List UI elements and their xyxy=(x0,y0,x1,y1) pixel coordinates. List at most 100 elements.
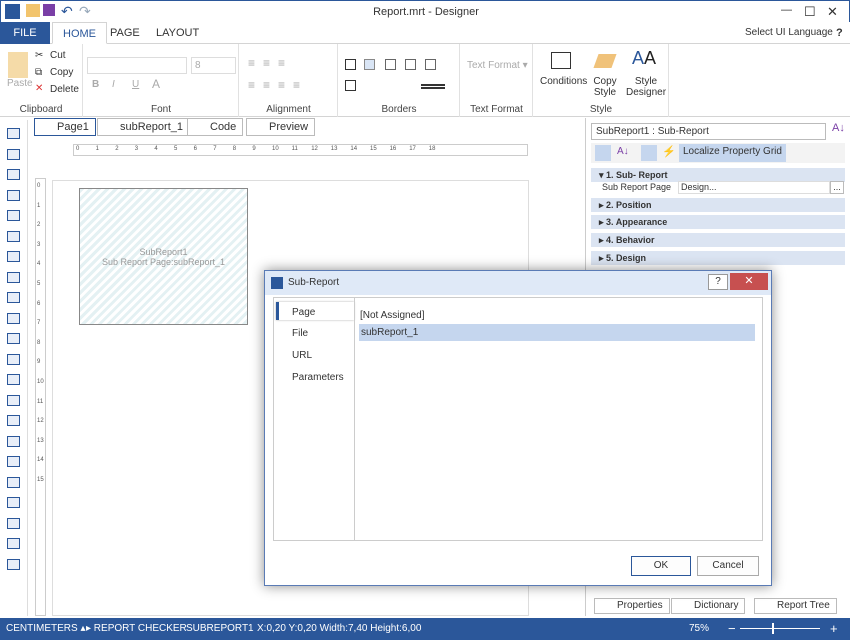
list-item-subreport[interactable]: subReport_1 xyxy=(359,324,755,341)
zoom-in-button[interactable]: + xyxy=(830,618,838,640)
tab-layout[interactable]: LAYOUT xyxy=(146,22,209,44)
category-sub-report[interactable]: ▾ 1. Sub- Report xyxy=(591,168,845,182)
category-behavior[interactable]: ▸ 4. Behavior xyxy=(591,233,845,247)
property-browse-button[interactable]: ... xyxy=(830,181,844,194)
vruler-tick: 8 xyxy=(37,339,41,346)
text-format-dropdown[interactable]: Text Format ▾ xyxy=(467,60,528,71)
events-icon[interactable]: ⚡ xyxy=(662,145,676,158)
toolbox-item-icon[interactable] xyxy=(7,251,20,262)
property-value[interactable]: Design... xyxy=(678,181,830,194)
toolbox-item-icon[interactable] xyxy=(7,456,20,467)
zoom-out-button[interactable]: − xyxy=(728,618,736,640)
nav-url[interactable]: URL xyxy=(292,350,312,361)
doc-tab-code[interactable]: Code xyxy=(187,118,244,136)
copy-style-button[interactable]: Copy Style xyxy=(593,76,617,98)
sort-az-icon[interactable]: A↓ xyxy=(832,122,845,134)
font-size-combo[interactable]: 8 xyxy=(191,57,236,74)
categorized-icon[interactable] xyxy=(595,145,611,161)
zoom-slider[interactable] xyxy=(740,628,820,629)
help-button[interactable]: ? xyxy=(826,22,850,44)
tab-page[interactable]: PAGE xyxy=(100,22,150,44)
dialog-help-button[interactable]: ? xyxy=(708,274,728,290)
border-none-icon[interactable] xyxy=(364,59,375,70)
selected-component: SUBREPORT1 xyxy=(186,623,254,634)
border-style-icon[interactable] xyxy=(421,84,445,89)
underline-button[interactable]: U xyxy=(132,79,139,90)
doc-tab-subreport[interactable]: subReport_1 xyxy=(97,118,190,136)
border-right-icon[interactable] xyxy=(425,59,436,70)
ruler-tick: 15 xyxy=(370,146,377,152)
cut-button[interactable]: Cut xyxy=(50,50,66,61)
toolbox-item-icon[interactable] xyxy=(7,435,20,447)
toolbox-item-icon[interactable] xyxy=(7,128,20,139)
report-checker-button[interactable]: ▸ REPORT CHECKER xyxy=(86,618,187,640)
nav-parameters[interactable]: Parameters xyxy=(292,372,344,383)
tab-dictionary[interactable]: Dictionary xyxy=(671,598,746,614)
toolbox-item-icon[interactable] xyxy=(7,148,20,160)
toolbox-item-icon[interactable] xyxy=(7,517,20,529)
toolbox-item-icon[interactable] xyxy=(7,353,20,365)
delete-button[interactable]: Delete xyxy=(50,84,79,95)
units-selector[interactable]: CENTIMETERS ▴ xyxy=(6,618,85,640)
category-appearance[interactable]: ▸ 3. Appearance xyxy=(591,215,845,229)
toolbox-item-icon[interactable] xyxy=(7,415,20,426)
ruler-tick: 14 xyxy=(350,146,358,152)
bold-button[interactable]: B xyxy=(92,79,99,90)
component-selector[interactable]: SubReport1 : Sub-Report xyxy=(591,123,826,140)
vertical-ruler: 0 1 2 3 4 5 6 7 8 9 10 11 12 13 14 15 xyxy=(35,178,46,616)
tab-file[interactable]: FILE xyxy=(0,22,50,44)
style-designer-button[interactable]: Style Designer xyxy=(626,76,666,98)
toolbox-item-icon[interactable] xyxy=(7,210,20,221)
font-color-button[interactable]: A xyxy=(152,77,160,91)
toolbox-item-icon[interactable] xyxy=(7,169,20,180)
properties-icon[interactable] xyxy=(641,145,657,161)
border-top-icon[interactable] xyxy=(385,59,396,70)
ribbon-tabs: FILE HOME PAGE LAYOUT Select UI Language… xyxy=(0,22,850,60)
vertical-align-icons[interactable]: ≡≡≡ xyxy=(248,56,293,70)
font-name-combo[interactable] xyxy=(87,57,187,74)
category-design[interactable]: ▸ 5. Design xyxy=(591,251,845,265)
list-item-not-assigned[interactable]: [Not Assigned] xyxy=(360,310,424,321)
toolbox-item-icon[interactable] xyxy=(7,271,20,283)
tab-properties[interactable]: Properties xyxy=(594,598,670,614)
toolbox-item-icon[interactable] xyxy=(7,292,20,303)
tab-home[interactable]: HOME xyxy=(52,22,107,44)
doc-tab-page1[interactable]: Page1 xyxy=(34,118,96,136)
toolbox-item-icon[interactable] xyxy=(7,189,20,201)
toolbox-item-icon[interactable] xyxy=(7,312,20,324)
doc-tab-preview[interactable]: Preview xyxy=(246,118,316,136)
toolbox-item-icon[interactable] xyxy=(7,538,20,549)
copy-icon: ⧉ xyxy=(35,67,43,78)
copy-button[interactable]: Copy xyxy=(50,67,73,78)
toolbox-item-icon[interactable] xyxy=(7,374,20,385)
border-all-icon[interactable] xyxy=(345,59,356,70)
close-button[interactable]: ✕ xyxy=(827,4,838,20)
localize-button[interactable]: Localize Property Grid xyxy=(679,144,786,162)
nav-page[interactable]: Page xyxy=(292,307,315,318)
paste-button[interactable]: Paste xyxy=(7,78,33,89)
subreport-component[interactable]: SubReport1 Sub Report Page:subReport_1 xyxy=(79,188,248,325)
toolbox-item-icon[interactable] xyxy=(7,394,20,406)
maximize-button[interactable]: ☐ xyxy=(804,4,816,20)
dialog-close-button[interactable]: ✕ xyxy=(730,273,768,290)
alignment-label: Alignment xyxy=(266,104,311,115)
toolbox-item-icon[interactable] xyxy=(7,230,20,242)
toolbox-item-icon[interactable] xyxy=(7,558,20,570)
italic-button[interactable]: I xyxy=(112,79,115,90)
cancel-button[interactable]: Cancel xyxy=(697,556,759,576)
zoom-slider-thumb[interactable] xyxy=(772,623,774,634)
ok-button[interactable]: OK xyxy=(631,556,691,576)
conditions-button[interactable]: Conditions xyxy=(540,76,587,87)
nav-file[interactable]: File xyxy=(292,328,308,339)
toolbox-item-icon[interactable] xyxy=(7,497,20,508)
horizontal-align-icons[interactable]: ≡≡≡≡ xyxy=(248,78,308,92)
minimize-button[interactable]: — xyxy=(781,4,792,16)
category-position[interactable]: ▸ 2. Position xyxy=(591,198,845,212)
toolbox-item-icon[interactable] xyxy=(7,333,20,344)
border-left-icon[interactable] xyxy=(405,59,416,70)
tab-report-tree[interactable]: Report Tree xyxy=(754,598,837,614)
border-bottom-icon[interactable] xyxy=(345,80,356,91)
style-designer-icon: AA xyxy=(632,48,657,68)
alphabetical-icon[interactable]: A↓ xyxy=(617,146,629,157)
toolbox-item-icon[interactable] xyxy=(7,476,20,488)
